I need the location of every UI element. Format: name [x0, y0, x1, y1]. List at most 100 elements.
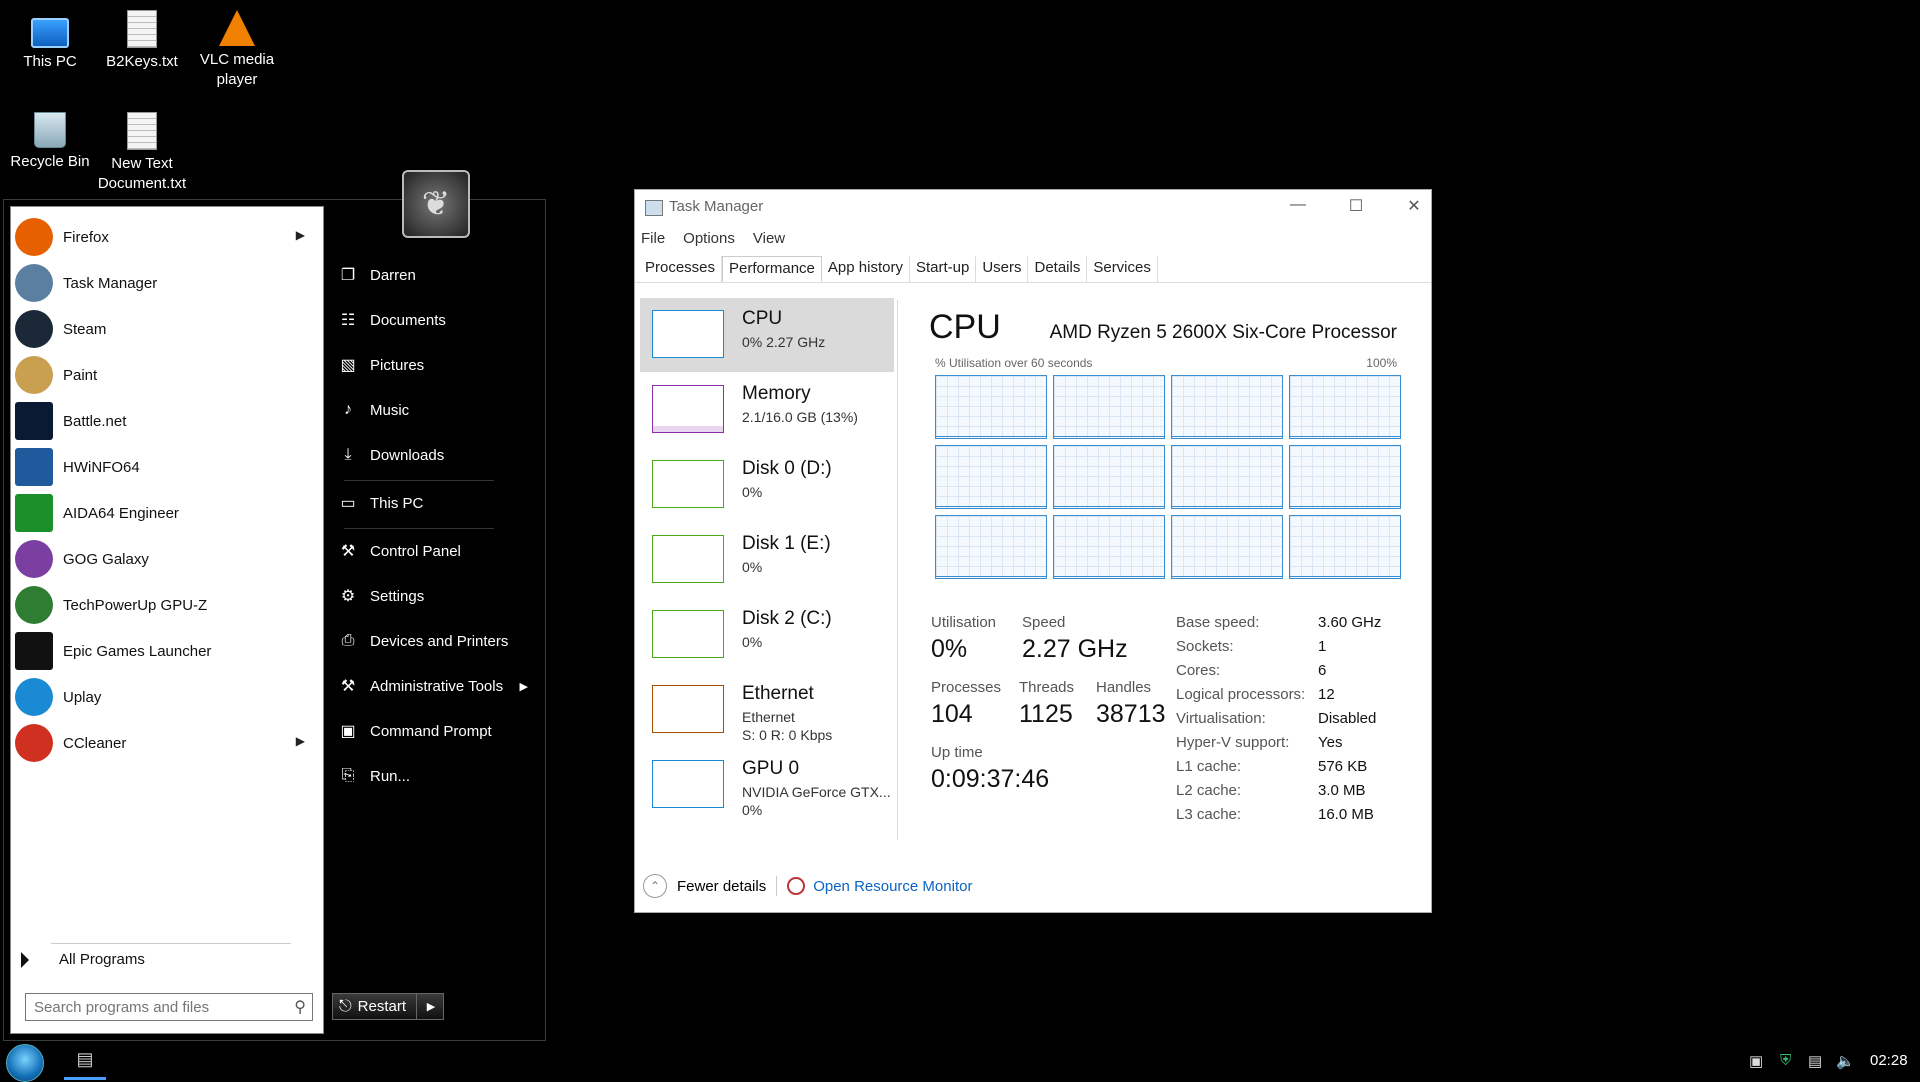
- vlc-icon: [219, 10, 255, 46]
- program-item[interactable]: Paint: [15, 353, 315, 397]
- close-button[interactable]: ✕: [1399, 196, 1429, 216]
- resource-thumbnail-graph: [652, 760, 724, 808]
- submenu-arrow-icon: ▶: [295, 734, 305, 748]
- spec-row: L2 cache: 3.0 MB: [1176, 778, 1381, 802]
- program-label: TechPowerUp GPU-Z: [63, 596, 208, 614]
- uplay-icon: [15, 678, 53, 716]
- program-item[interactable]: Battle.net: [15, 399, 315, 443]
- program-item[interactable]: Uplay: [15, 675, 315, 719]
- menu-options[interactable]: Options: [683, 230, 735, 247]
- resource-item[interactable]: GPU 0 NVIDIA GeForce GTX... 0%: [640, 748, 894, 822]
- clock[interactable]: 02:28: [1870, 1052, 1908, 1069]
- logical-processor-graphs[interactable]: [935, 375, 1401, 581]
- spec-row: Hyper-V support: Yes: [1176, 730, 1381, 754]
- place-item[interactable]: ⎘ Run...: [338, 761, 538, 791]
- stat-uptime: Up time 0:09:37:46: [931, 744, 1049, 794]
- resource-item[interactable]: Memory 2.1/16.0 GB (13%): [640, 373, 894, 447]
- place-label: This PC: [370, 494, 424, 512]
- desktop-icon-this-pc[interactable]: This PC: [0, 10, 100, 72]
- program-item[interactable]: CCleaner ▶: [15, 721, 315, 765]
- maximize-button[interactable]: ☐: [1341, 196, 1371, 216]
- open-resource-monitor-link[interactable]: Open Resource Monitor: [813, 878, 972, 895]
- program-item[interactable]: AIDA64 Engineer: [15, 491, 315, 535]
- tab-services[interactable]: Services: [1087, 256, 1158, 282]
- all-programs-button[interactable]: All Programs: [21, 951, 145, 968]
- desktop-icon-recycle-bin[interactable]: Recycle Bin: [0, 112, 100, 172]
- power-options-arrow[interactable]: ▶: [416, 993, 445, 1020]
- spec-row: Cores: 6: [1176, 658, 1381, 682]
- place-item[interactable]: ☷ Documents: [338, 305, 538, 335]
- resource-detail: 0%: [742, 484, 763, 500]
- place-item[interactable]: ⚒ Control Panel: [338, 536, 538, 566]
- desktop-icon-new-text-document[interactable]: New Text Document.txt: [92, 112, 192, 194]
- place-item[interactable]: ⤓ Downloads: [338, 440, 538, 470]
- pane-divider: [897, 300, 898, 840]
- program-item[interactable]: Task Manager: [15, 261, 315, 305]
- start-search-input[interactable]: [32, 997, 276, 1017]
- tab-bar: Processes Performance App history Start-up U…: [639, 256, 1158, 282]
- place-item[interactable]: ▭ This PC: [338, 488, 538, 518]
- place-item[interactable]: ♪ Music: [338, 395, 538, 425]
- program-item[interactable]: GOG Galaxy: [15, 537, 315, 581]
- user-avatar[interactable]: ❦: [402, 170, 470, 238]
- place-item[interactable]: ⚒ Administrative Tools ▶: [338, 671, 538, 701]
- resource-item[interactable]: Disk 0 (D:) 0%: [640, 448, 894, 522]
- action-center-icon[interactable]: ▣: [1749, 1052, 1763, 1070]
- usage-line: [1172, 576, 1282, 577]
- taskbar-task-manager-button[interactable]: ▤: [64, 1042, 106, 1080]
- resource-detail: 2.1/16.0 GB (13%): [742, 409, 858, 425]
- fewer-details-link[interactable]: Fewer details: [677, 878, 766, 895]
- place-item[interactable]: ⎙ Devices and Printers: [338, 626, 538, 656]
- gpuz-icon: [15, 586, 53, 624]
- minimize-button[interactable]: —: [1283, 196, 1313, 214]
- power-icon: ⎋: [339, 997, 352, 1015]
- spec-label: L1 cache:: [1176, 757, 1242, 775]
- network-icon[interactable]: ▤: [1808, 1052, 1822, 1070]
- program-item[interactable]: TechPowerUp GPU-Z: [15, 583, 315, 627]
- resource-detail: Ethernet: [742, 709, 795, 725]
- menu-view[interactable]: View: [753, 230, 785, 247]
- tab-processes[interactable]: Processes: [639, 256, 723, 282]
- program-item[interactable]: Steam: [15, 307, 315, 351]
- tab-performance[interactable]: Performance: [722, 256, 822, 282]
- stat-label: Handles: [1096, 679, 1152, 696]
- desktop-icon-vlc[interactable]: VLC media player: [187, 10, 287, 90]
- program-item[interactable]: Epic Games Launcher: [15, 629, 315, 673]
- stat-utilisation: Utilisation 0%: [931, 614, 996, 664]
- resource-item[interactable]: Disk 1 (E:) 0%: [640, 523, 894, 597]
- search-icon[interactable]: ⚲: [294, 997, 306, 1017]
- resource-monitor-icon: [787, 877, 806, 895]
- stat-label: Processes: [931, 679, 1002, 696]
- separator: [51, 943, 291, 944]
- program-item[interactable]: HWiNFO64: [15, 445, 315, 489]
- volume-icon[interactable]: 🔈: [1836, 1052, 1855, 1070]
- battlenet-icon: [15, 402, 53, 440]
- place-item[interactable]: ❐ Darren: [338, 260, 538, 290]
- place-item[interactable]: ▧ Pictures: [338, 350, 538, 380]
- stat-value: 0:09:37:46: [931, 765, 1050, 793]
- menu-file[interactable]: File: [641, 230, 665, 247]
- place-item[interactable]: ⚙ Settings: [338, 581, 538, 611]
- tab-app-history[interactable]: App history: [822, 256, 910, 282]
- security-shield-icon[interactable]: ⛨: [1780, 1052, 1791, 1069]
- place-item[interactable]: ▣ Command Prompt: [338, 716, 538, 746]
- spec-label: Base speed:: [1176, 613, 1260, 631]
- program-label: Epic Games Launcher: [63, 642, 212, 660]
- resource-item[interactable]: Ethernet Ethernet S: 0 R: 0 Kbps: [640, 673, 894, 747]
- program-item[interactable]: Firefox ▶: [15, 215, 315, 259]
- stat-speed: Speed 2.27 GHz: [1022, 614, 1128, 664]
- resource-item[interactable]: Disk 2 (C:) 0%: [640, 598, 894, 672]
- start-button[interactable]: [6, 1044, 44, 1082]
- chevron-up-icon[interactable]: ⌃: [643, 874, 667, 898]
- tab-start-up[interactable]: Start-up: [910, 256, 977, 282]
- footer: ⌃ Fewer details Open Resource Monitor: [643, 874, 972, 898]
- title-bar[interactable]: Task Manager — ☐ ✕: [635, 190, 1431, 226]
- start-search-box[interactable]: ⚲: [25, 993, 313, 1021]
- resource-item[interactable]: CPU 0% 2.27 GHz: [640, 298, 894, 372]
- place-label: Control Panel: [370, 542, 461, 560]
- place-label: Pictures: [370, 356, 425, 374]
- tab-users[interactable]: Users: [976, 256, 1029, 282]
- desktop-icon-b2keys[interactable]: B2Keys.txt: [92, 10, 192, 72]
- tab-details[interactable]: Details: [1028, 256, 1088, 282]
- stat-label: Utilisation: [931, 614, 997, 631]
